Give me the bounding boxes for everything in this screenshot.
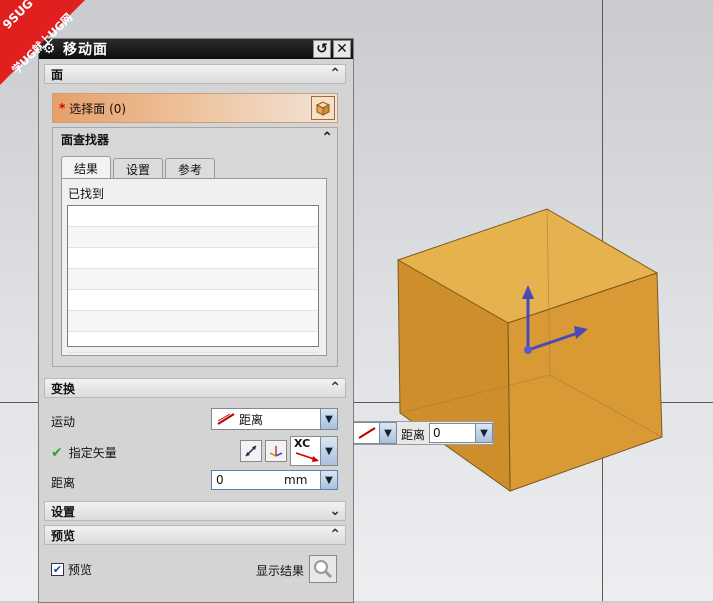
vector-type-select[interactable]: XC ▼ bbox=[290, 436, 338, 466]
checkmark-icon: ✔ bbox=[51, 445, 63, 461]
finder-tabs: 结果 设置 参考 bbox=[61, 156, 217, 179]
floating-distance-label: 距离 bbox=[401, 428, 426, 442]
distance-unit[interactable]: mm bbox=[284, 473, 307, 487]
chevron-up-icon[interactable]: ⌃ bbox=[329, 380, 341, 396]
dialog-title: 移动面 bbox=[63, 42, 108, 58]
preview-checkbox-row[interactable]: ✔ 预览 bbox=[51, 561, 92, 578]
motion-value: 距离 bbox=[239, 412, 264, 427]
chevron-down-icon[interactable]: ▼ bbox=[320, 471, 337, 489]
list-item[interactable] bbox=[68, 311, 318, 332]
chevron-up-icon[interactable]: ⌃ bbox=[329, 527, 341, 543]
results-tab-panel: 已找到 bbox=[61, 178, 327, 356]
list-item[interactable] bbox=[68, 248, 318, 269]
face-finder-header[interactable]: 面查找器 ⌃ bbox=[53, 128, 337, 150]
close-icon[interactable]: ✕ bbox=[333, 40, 351, 58]
settings-section-header[interactable]: 设置 ⌄ bbox=[44, 501, 346, 521]
vector-xc-arrow-icon bbox=[295, 452, 319, 462]
floating-distance-input[interactable]: 0 ▼ bbox=[429, 423, 493, 443]
tab-results[interactable]: 结果 bbox=[61, 156, 112, 179]
vector-option-label: XC bbox=[294, 437, 311, 450]
face-finder-title: 面查找器 bbox=[61, 132, 110, 147]
face-section-header[interactable]: 面 ⌃ bbox=[44, 64, 346, 84]
motion-label: 运动 bbox=[51, 415, 76, 429]
transform-section-header[interactable]: 变换 ⌃ bbox=[44, 378, 346, 398]
show-result-label: 显示结果 bbox=[256, 564, 305, 578]
cube-model[interactable] bbox=[390, 205, 670, 495]
cube-icon[interactable] bbox=[311, 96, 335, 120]
floating-motion-combo[interactable]: ▼ bbox=[353, 422, 397, 444]
distance-type-icon bbox=[358, 427, 376, 439]
floating-distance-value[interactable]: 0 bbox=[433, 426, 441, 440]
chevron-down-icon[interactable]: ⌄ bbox=[329, 503, 341, 519]
magnifier-icon[interactable] bbox=[309, 555, 337, 583]
distance-input[interactable]: 0 mm ▼ bbox=[211, 470, 338, 490]
vector-dialog-icon[interactable] bbox=[265, 440, 287, 462]
dialog-titlebar: ⚙ 移动面 ↺ ✕ bbox=[39, 39, 353, 59]
preview-checkbox-label: 预览 bbox=[68, 563, 93, 577]
list-item[interactable] bbox=[68, 269, 318, 290]
preview-section-title: 预览 bbox=[51, 528, 76, 543]
found-list[interactable] bbox=[67, 205, 319, 353]
required-marker: * bbox=[59, 101, 66, 115]
chevron-up-icon[interactable]: ⌃ bbox=[321, 130, 333, 146]
reverse-direction-icon[interactable] bbox=[240, 440, 262, 462]
floating-distance-widget: ▼ 距离 0 ▼ bbox=[352, 421, 494, 445]
motion-select[interactable]: 距离 ▼ bbox=[211, 408, 338, 430]
list-item[interactable] bbox=[68, 227, 318, 248]
distance-label: 距离 bbox=[51, 476, 76, 490]
move-face-dialog: ⚙ 移动面 ↺ ✕ 面 ⌃ * 选择面 (0) 面查找器 ⌃ 结果 设置 参考 … bbox=[38, 38, 354, 603]
vector-row-label: ✔ 指定矢量 bbox=[51, 444, 117, 461]
chevron-down-icon[interactable]: ▼ bbox=[475, 424, 492, 442]
chevron-down-icon[interactable]: ▼ bbox=[320, 409, 337, 429]
list-item[interactable] bbox=[68, 206, 318, 227]
preview-checkbox[interactable]: ✔ bbox=[51, 563, 64, 576]
chevron-up-icon[interactable]: ⌃ bbox=[329, 66, 341, 82]
tab-reference[interactable]: 参考 bbox=[165, 158, 216, 179]
list-item[interactable] bbox=[68, 290, 318, 311]
chevron-down-icon[interactable]: ▼ bbox=[320, 437, 337, 465]
tab-settings[interactable]: 设置 bbox=[113, 158, 164, 179]
specify-vector-label: 指定矢量 bbox=[68, 446, 117, 460]
select-face-row[interactable]: * 选择面 (0) bbox=[52, 93, 338, 123]
settings-section-title: 设置 bbox=[51, 504, 76, 519]
vector-origin[interactable] bbox=[524, 346, 532, 354]
preview-section-header[interactable]: 预览 ⌃ bbox=[44, 525, 346, 545]
select-face-label: 选择面 (0) bbox=[69, 101, 127, 116]
distance-value[interactable]: 0 bbox=[216, 473, 280, 487]
reset-icon[interactable]: ↺ bbox=[313, 40, 331, 58]
list-item[interactable] bbox=[68, 332, 318, 353]
face-finder-panel: 面查找器 ⌃ 结果 设置 参考 已找到 bbox=[52, 127, 338, 367]
chevron-down-icon[interactable]: ▼ bbox=[379, 423, 396, 443]
distance-type-icon bbox=[217, 413, 235, 425]
found-label: 已找到 bbox=[68, 187, 105, 201]
transform-section-title: 变换 bbox=[51, 381, 76, 396]
